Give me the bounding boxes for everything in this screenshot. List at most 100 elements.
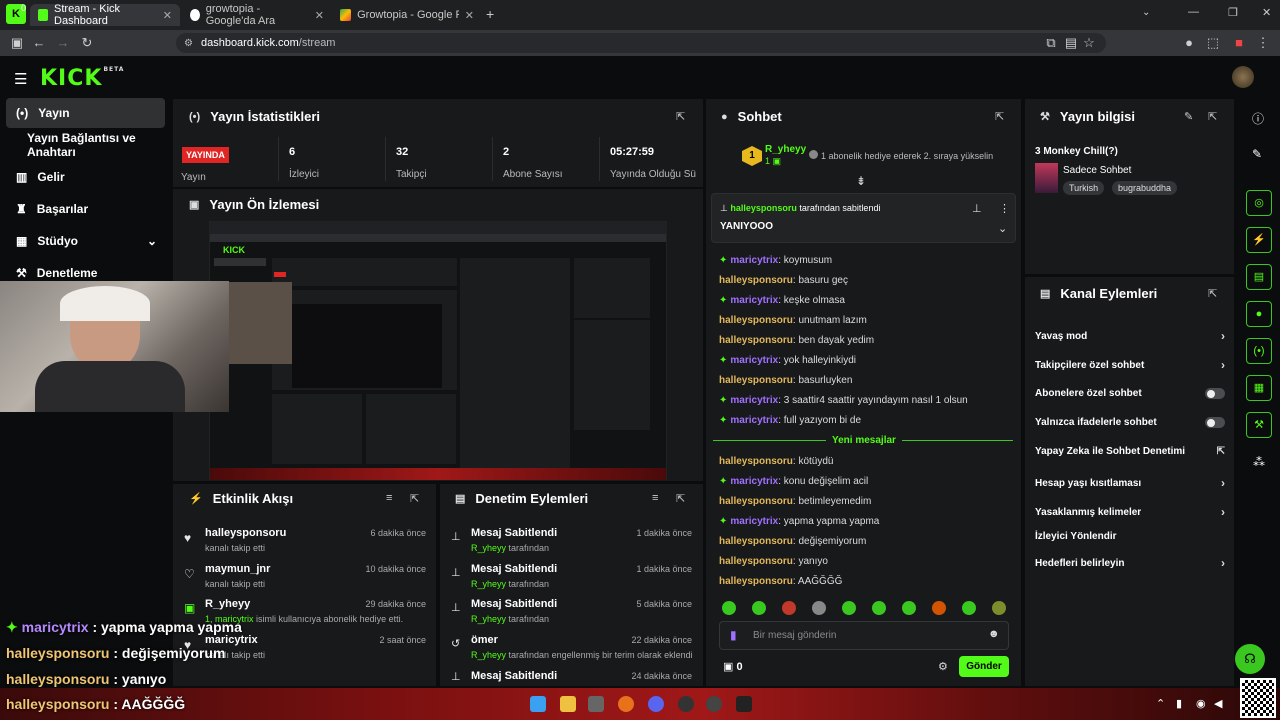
sidebar-toggle-icon[interactable]: ▣: [8, 34, 26, 52]
info-icon[interactable]: ⓘ: [1252, 110, 1264, 127]
rail-list-icon[interactable]: ▦: [1246, 375, 1272, 401]
action-banned-words[interactable]: Yasaklanmış kelimeler ›: [1035, 505, 1225, 519]
rail-broadcast-icon[interactable]: (•): [1246, 338, 1272, 364]
action-ai-moderation[interactable]: Yapay Zeka ile Sohbet Denetimi ⇱: [1035, 446, 1225, 457]
help-icon[interactable]: ☊: [1235, 644, 1265, 674]
network-icon[interactable]: ◉: [1196, 697, 1206, 710]
store-icon[interactable]: [588, 696, 604, 712]
emote-button[interactable]: [992, 601, 1006, 615]
back-icon[interactable]: ←: [30, 34, 48, 52]
chevron-right-icon: ›: [1221, 476, 1225, 490]
category-name[interactable]: Sadece Sohbet: [1063, 165, 1131, 176]
rail-document-icon[interactable]: ▤: [1246, 264, 1272, 290]
firefox-icon[interactable]: [618, 696, 634, 712]
reload-icon[interactable]: ↻: [78, 34, 96, 52]
tag-chip[interactable]: bugrabuddha: [1112, 181, 1178, 195]
popout-icon[interactable]: ⇱: [995, 110, 1004, 123]
minimize-icon[interactable]: —: [1188, 6, 1199, 18]
emote-button[interactable]: [842, 601, 856, 615]
user-avatar[interactable]: [1232, 66, 1254, 88]
action-subscribers-only[interactable]: Abonelere özel sohbet: [1035, 388, 1225, 399]
pencil-icon[interactable]: ✎: [1252, 147, 1262, 161]
emote-button[interactable]: [872, 601, 886, 615]
sidebar-item-stream-key[interactable]: Yayın Bağlantısı ve Anahtarı: [6, 130, 165, 160]
screenshot-icon[interactable]: ▤: [1062, 34, 1080, 52]
tab-search-icon[interactable]: ⌄: [1142, 7, 1150, 18]
file-explorer-icon[interactable]: [560, 696, 576, 712]
emote-button[interactable]: [902, 601, 916, 615]
tab-google-play[interactable]: Growtopia - Google Play'de Uy: ✕: [332, 4, 482, 26]
send-button[interactable]: Gönder: [959, 656, 1009, 677]
more-icon[interactable]: ⋮: [999, 202, 1010, 215]
action-followers-only[interactable]: Takipçilere özel sohbet ›: [1035, 358, 1225, 372]
chevron-down-icon[interactable]: ⌄: [998, 222, 1007, 235]
extension-b-icon[interactable]: ●: [1180, 34, 1198, 52]
sidebar-item-studyo[interactable]: ▦ Stüdyo ⌄: [6, 226, 165, 256]
collapse-icon[interactable]: ⇟: [856, 174, 866, 188]
emoji-icon[interactable]: ☻: [988, 628, 1000, 640]
emote-button[interactable]: [812, 601, 826, 615]
browser-menu-icon[interactable]: ⋮: [1254, 34, 1272, 52]
tray-chevron-icon[interactable]: ⌃: [1156, 697, 1165, 710]
sidebar-item-basarilar[interactable]: ♜ Başarılar: [6, 194, 165, 224]
action-slow-mode[interactable]: Yavaş mod ›: [1035, 329, 1225, 343]
action-raid[interactable]: İzleyici Yönlendir: [1035, 531, 1225, 542]
window-close-icon[interactable]: ✕: [1262, 6, 1271, 19]
obs-icon[interactable]: [678, 696, 694, 712]
popout-icon[interactable]: ⇱: [1208, 110, 1217, 123]
new-tab-icon[interactable]: +: [486, 6, 494, 22]
emote-button[interactable]: [962, 601, 976, 615]
kick-logo[interactable]: KICKBETA: [40, 66, 124, 91]
popout-icon[interactable]: ⇱: [1208, 287, 1217, 300]
extensions-icon[interactable]: ⬚: [1204, 34, 1222, 52]
action-goals[interactable]: Hedefleri belirleyin ›: [1035, 556, 1225, 570]
channel-points[interactable]: ▣ 0: [723, 660, 743, 673]
popout-icon[interactable]: ⇱: [676, 492, 685, 505]
add-widget-icon[interactable]: ⁂: [1253, 455, 1265, 469]
filter-icon[interactable]: ≡: [386, 492, 392, 504]
rail-lightning-icon[interactable]: ⚡: [1246, 227, 1272, 253]
close-icon[interactable]: ✕: [465, 9, 474, 22]
tag-chip[interactable]: Turkish: [1063, 181, 1105, 195]
rail-wrench-icon[interactable]: ⚒: [1246, 412, 1272, 438]
rail-chat-icon[interactable]: ●: [1246, 301, 1272, 327]
emote-button[interactable]: [752, 601, 766, 615]
unpin-icon[interactable]: ⊥: [972, 202, 982, 215]
install-app-icon[interactable]: ⧉: [1042, 34, 1060, 52]
bookmark-star-icon[interactable]: ☆: [1080, 34, 1098, 52]
microphone-icon[interactable]: ▮: [730, 628, 737, 642]
settings-icon[interactable]: [706, 696, 722, 712]
chat-input[interactable]: ▮ Bir mesaj gönderin ☻: [719, 621, 1009, 650]
edit-icon[interactable]: ✎: [1184, 110, 1193, 123]
sidebar-item-gelir[interactable]: ▥ Gelir: [6, 162, 165, 192]
tab-google-search[interactable]: growtopia - Google'da Ara ✕: [182, 3, 332, 27]
address-bar[interactable]: ⚙ dashboard.kick.com/stream: [176, 33, 1106, 53]
start-icon[interactable]: [530, 696, 546, 712]
pinned-message[interactable]: ⊥ halleysponsoru tarafından sabitlendi Y…: [711, 193, 1016, 243]
popout-icon[interactable]: ⇱: [410, 492, 419, 505]
emote-button[interactable]: [932, 601, 946, 615]
filter-icon[interactable]: ≡: [652, 492, 658, 504]
hamburger-menu-icon[interactable]: ☰: [14, 70, 27, 88]
close-icon[interactable]: ✕: [163, 9, 172, 22]
forward-icon[interactable]: →: [54, 34, 72, 52]
extension-badge-icon[interactable]: ■: [1230, 34, 1248, 52]
volume-icon[interactable]: ◀: [1214, 697, 1222, 710]
tab-stream-dashboard[interactable]: Stream - Kick Dashboard ✕: [30, 3, 180, 27]
popout-icon[interactable]: ⇱: [676, 110, 685, 123]
stream-preview-video[interactable]: KICK: [209, 221, 667, 480]
sidebar-item-yayin[interactable]: (•) Yayın: [6, 98, 165, 128]
chat-settings-icon[interactable]: ⚙: [938, 660, 948, 673]
action-emotes-only[interactable]: Yalnızca ifadelerle sohbet: [1035, 417, 1225, 428]
emote-button[interactable]: [722, 601, 736, 615]
action-account-age[interactable]: Hesap yaşı kısıtlaması ›: [1035, 476, 1225, 490]
site-info-icon[interactable]: ⚙: [184, 38, 193, 49]
maximize-icon[interactable]: ❐: [1228, 6, 1238, 19]
rail-stats-icon[interactable]: ◎: [1246, 190, 1272, 216]
discord-icon[interactable]: [648, 696, 664, 712]
emote-button[interactable]: [782, 601, 796, 615]
microphone-tray-icon[interactable]: ▮: [1176, 697, 1182, 710]
gifter-name[interactable]: R_yheyy: [765, 144, 806, 155]
close-icon[interactable]: ✕: [315, 9, 324, 22]
app-icon[interactable]: [736, 696, 752, 712]
